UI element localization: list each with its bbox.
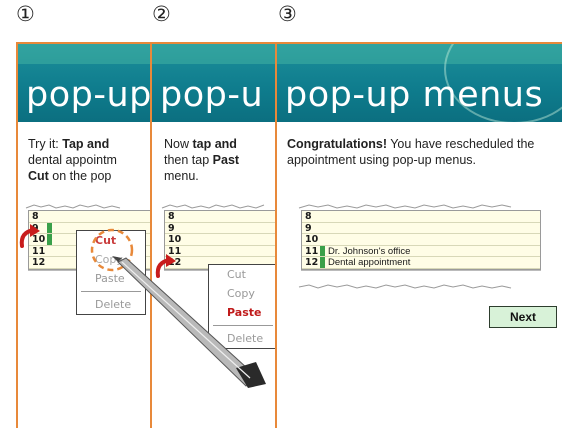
calendar-grid[interactable]: 8 9 10 11 Dr. Johnson's office 12 Dental… (301, 210, 541, 270)
next-button[interactable]: Next (489, 306, 557, 328)
step-3-screen: pop-up menus Congratulations! You have r… (275, 42, 562, 428)
calendar-row[interactable]: 8 (302, 211, 540, 223)
menu-item-cut[interactable]: Cut (77, 231, 145, 250)
menu-item-delete[interactable]: Delete (77, 295, 145, 314)
menu-item-copy[interactable]: Copy (209, 284, 277, 303)
calendar-row[interactable]: 8 (29, 211, 154, 223)
calendar-row[interactable]: 8 (165, 211, 279, 223)
appointment-marker[interactable] (47, 222, 52, 233)
menu-item-paste[interactable]: Paste (77, 269, 145, 288)
step-marker-3: ③ (278, 2, 297, 26)
header-title: pop-u (160, 75, 264, 115)
calendar-row[interactable]: 9 (165, 223, 279, 234)
step-2-screen: pop-u Now tap and then tap Past menu. 8 … (150, 42, 281, 428)
step-marker-1: ① (16, 2, 35, 26)
appointment-marker[interactable] (320, 245, 325, 256)
calendar-row[interactable]: 10 (165, 234, 279, 246)
menu-item-delete[interactable]: Delete (209, 329, 277, 348)
calendar-row[interactable]: 10 (302, 234, 540, 246)
menu-separator (213, 325, 273, 326)
menu-separator (81, 291, 141, 292)
step-1-screen: pop-up Try it: Tap and dental appointm C… (16, 42, 156, 428)
appointment-marker[interactable] (47, 234, 52, 245)
menu-item-cut[interactable]: Cut (209, 265, 277, 284)
step-marker-2: ② (152, 2, 171, 26)
calendar-row[interactable]: 12 Dental appointment (302, 257, 540, 269)
instruction-text: Congratulations! You have rescheduled th… (287, 137, 535, 167)
popup-menu: Cut Copy Paste Delete (76, 230, 146, 315)
instruction-text: Now tap and then tap Past menu. (164, 137, 240, 183)
header-title: pop-up menus (285, 75, 544, 115)
header-banner: pop-up menus (277, 44, 562, 122)
popup-menu: Cut Copy Paste Delete (208, 264, 278, 349)
header-banner: pop-u (152, 44, 279, 122)
appointment-location[interactable]: Dr. Johnson's office (328, 246, 410, 257)
instruction-text: Try it: Tap and dental appointm Cut on t… (28, 137, 117, 183)
calendar-row[interactable]: 11 Dr. Johnson's office (302, 245, 540, 257)
appointment-marker[interactable] (320, 257, 325, 268)
header-banner: pop-up (18, 44, 154, 122)
menu-item-copy[interactable]: Copy (77, 250, 145, 269)
menu-item-paste[interactable]: Paste (209, 303, 277, 322)
calendar-grid[interactable]: 8 9 10 11 12 (164, 210, 279, 270)
calendar-row[interactable]: 9 (302, 223, 540, 234)
calendar-row[interactable]: 11 (165, 246, 279, 257)
header-title: pop-up (26, 75, 152, 115)
appointment-title[interactable]: Dental appointment (328, 257, 410, 268)
